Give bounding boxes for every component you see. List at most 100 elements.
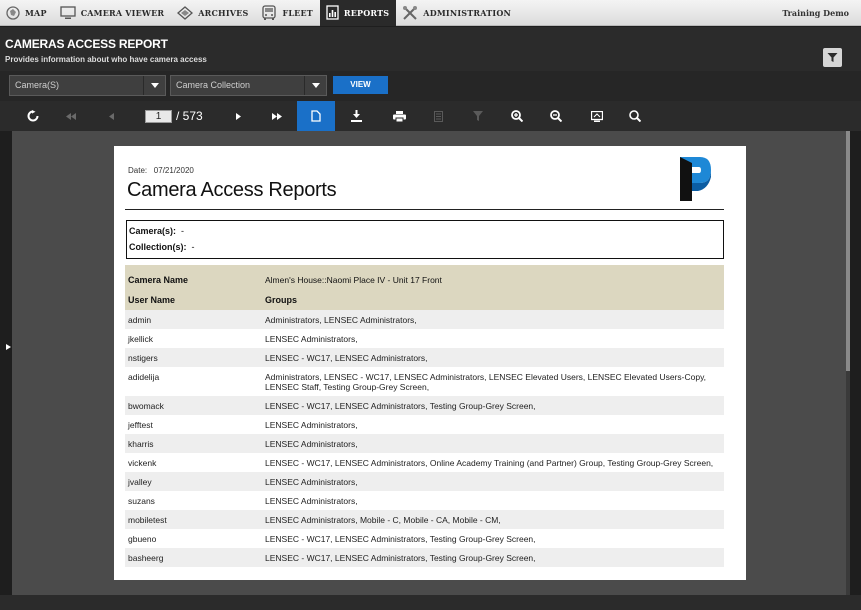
user-name-cell: jkellick	[128, 334, 154, 344]
zoom-out-icon	[550, 110, 562, 122]
nav-map[interactable]: MAP	[0, 0, 54, 26]
table-row: adidelija Administrators, LENSEC - WC17, …	[125, 367, 724, 396]
groups-cell: LENSEC Administrators,	[265, 439, 358, 449]
search-button[interactable]	[616, 101, 654, 131]
viewer-scrollbar-thumb[interactable]	[846, 131, 850, 371]
user-name[interactable]: Training Demo	[782, 8, 861, 18]
criteria-collection: Collection(s): -	[129, 242, 195, 252]
page-view-button[interactable]	[297, 101, 335, 131]
chevron-down-icon	[150, 83, 159, 88]
groups-cell: LENSEC - WC17, LENSEC Administrators, Te…	[265, 534, 536, 544]
criteria-camera-value: -	[181, 226, 185, 236]
map-icon	[6, 5, 20, 20]
table-row: vickenk LENSEC - WC17, LENSEC Administrat…	[125, 453, 724, 472]
report-date-value: 07/21/2020	[153, 166, 194, 175]
groups-cell: LENSEC Administrators,	[265, 477, 358, 487]
user-name-cell: adidelija	[128, 372, 160, 382]
user-name-cell: nstigers	[128, 353, 158, 363]
camera-name-value: Almen's House::Naomi Place IV - Unit 17 …	[265, 275, 442, 285]
report-title: Camera Access Reports	[127, 179, 337, 201]
last-page-icon	[272, 112, 282, 120]
report-filter-button[interactable]	[459, 101, 497, 131]
user-name-cell: jvalley	[128, 477, 152, 487]
title-divider	[125, 209, 724, 210]
user-name-cell: jefftest	[128, 420, 153, 430]
last-page-button[interactable]	[258, 101, 296, 131]
next-page-icon	[235, 112, 241, 120]
access-table: Camera Name Almen's House::Naomi Place I…	[125, 265, 724, 567]
user-name-cell: basheerg	[128, 553, 164, 563]
table-row: jkellick LENSEC Administrators,	[125, 329, 724, 348]
groups-header: Groups	[265, 295, 298, 305]
user-name-cell: admin	[128, 315, 152, 325]
document-icon	[311, 110, 321, 122]
nav-administration[interactable]: ADMINISTRATION	[396, 0, 518, 26]
table-body: admin Administrators, LENSEC Administrato…	[125, 310, 724, 567]
prev-page-button[interactable]	[92, 101, 130, 131]
user-name-cell: kharris	[128, 439, 154, 449]
page-title: CAMERAS ACCESS REPORT	[5, 37, 168, 51]
chevron-down-icon	[311, 83, 320, 88]
fullscreen-button[interactable]	[578, 101, 616, 131]
page-subtitle: Provides information about who have came…	[5, 55, 207, 64]
groups-cell: LENSEC Administrators, Mobile - C, Mobil…	[265, 515, 501, 525]
user-name-header: User Name	[128, 295, 176, 305]
criteria-collection-label: Collection(s):	[129, 242, 187, 252]
filter-icon	[827, 53, 838, 62]
table-row: mobiletest LENSEC Administrators, Mobile …	[125, 510, 724, 529]
camera-select-arrow[interactable]	[143, 76, 165, 95]
user-name-cell: suzans	[128, 496, 155, 506]
table-row: nstigers LENSEC - WC17, LENSEC Administra…	[125, 348, 724, 367]
groups-cell: LENSEC - WC17, LENSEC Administrators, Te…	[265, 401, 536, 411]
user-name-cell: vickenk	[128, 458, 157, 468]
nav-camera-viewer-label: CAMERA VIEWER	[80, 7, 165, 18]
download-icon	[350, 110, 362, 122]
zoom-in-button[interactable]	[498, 101, 536, 131]
criteria-camera-label: Camera(s):	[129, 226, 177, 236]
table-row: jefftest LENSEC Administrators,	[125, 415, 724, 434]
table-row: bwomack LENSEC - WC17, LENSEC Administrat…	[125, 396, 724, 415]
refresh-icon	[27, 110, 39, 122]
camera-collection-select[interactable]: Camera Collection	[170, 75, 327, 96]
prev-page-icon	[108, 112, 114, 120]
criteria-box: Camera(s): - Collection(s): -	[126, 220, 724, 259]
page-total: / 573	[176, 109, 203, 123]
nav-archives[interactable]: ARCHIVES	[171, 0, 255, 26]
nav-fleet[interactable]: FLEET	[255, 0, 319, 26]
print-button[interactable]	[380, 101, 418, 131]
groups-cell: LENSEC - WC17, LENSEC Administrators, Te…	[265, 553, 536, 563]
selection-bar: Camera(S) Camera Collection VIEW	[0, 71, 861, 101]
camera-select[interactable]: Camera(S)	[9, 75, 166, 96]
download-button[interactable]	[337, 101, 375, 131]
expand-panel-arrow[interactable]	[6, 344, 11, 350]
zoom-out-button[interactable]	[537, 101, 575, 131]
filter-button[interactable]	[823, 48, 842, 67]
zoom-in-icon	[511, 110, 523, 122]
table-row: basheerg LENSEC - WC17, LENSEC Administra…	[125, 548, 724, 567]
print-icon	[392, 110, 406, 122]
nav-map-label: MAP	[25, 7, 47, 18]
next-page-button[interactable]	[219, 101, 257, 131]
report-page: Date: 07/21/2020 Camera Access Reports C…	[114, 146, 746, 580]
page-header: CAMERAS ACCESS REPORT Provides informati…	[0, 27, 861, 71]
report-date: Date: 07/21/2020	[128, 166, 194, 175]
collection-select-arrow[interactable]	[304, 76, 326, 95]
bus-icon	[262, 4, 277, 20]
nav-reports[interactable]: REPORTS	[319, 0, 397, 26]
layout-button[interactable]	[419, 101, 457, 131]
groups-cell: LENSEC Administrators,	[265, 334, 358, 344]
page-number-input[interactable]: 1	[145, 110, 172, 123]
camera-name-header: Camera Name	[128, 275, 189, 285]
nav-camera-viewer[interactable]: CAMERA VIEWER	[54, 0, 172, 26]
table-row: gbueno LENSEC - WC17, LENSEC Administrato…	[125, 529, 724, 548]
groups-cell: Administrators, LENSEC Administrators,	[265, 315, 417, 325]
criteria-camera: Camera(s): -	[129, 226, 184, 236]
logo-icon	[680, 157, 711, 201]
groups-cell: LENSEC Administrators,	[265, 420, 358, 430]
view-button[interactable]: VIEW	[333, 76, 388, 94]
archives-icon	[177, 5, 194, 20]
refresh-button[interactable]	[14, 101, 52, 131]
table-row: suzans LENSEC Administrators,	[125, 491, 724, 510]
nav-reports-label: REPORTS	[343, 7, 390, 18]
first-page-button[interactable]	[52, 101, 90, 131]
